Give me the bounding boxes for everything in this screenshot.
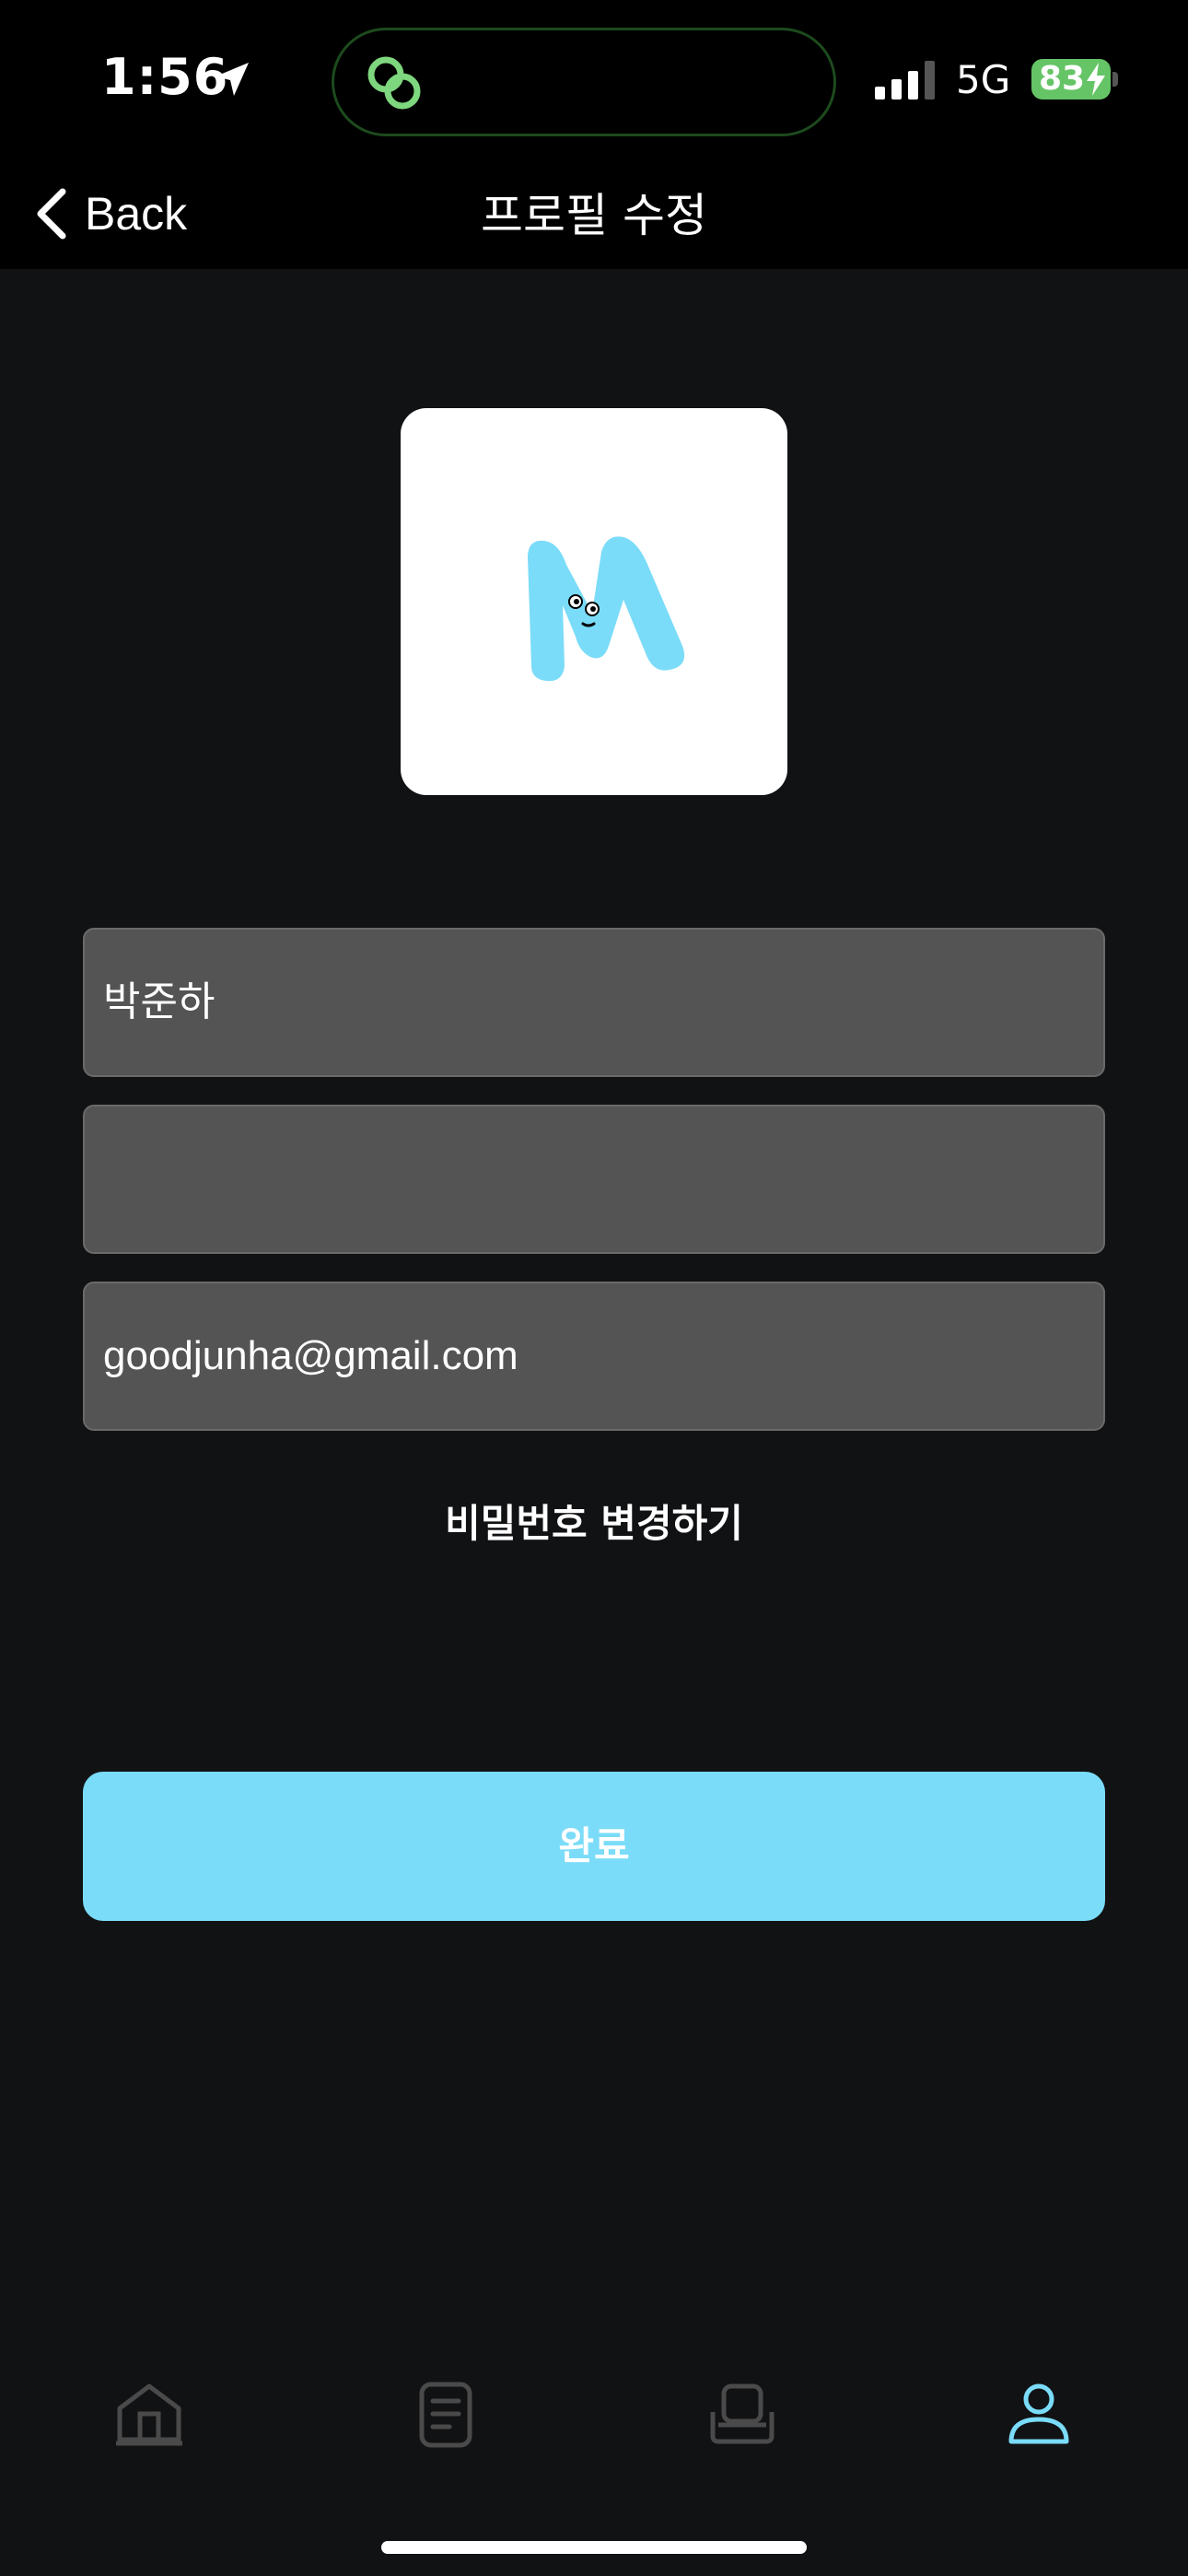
tab-document[interactable] xyxy=(409,2377,483,2451)
done-button[interactable]: 완료 xyxy=(83,1772,1105,1921)
profile-avatar[interactable] xyxy=(401,408,787,795)
cellular-signal-icon xyxy=(875,61,935,100)
document-icon xyxy=(419,2382,472,2448)
home-icon xyxy=(116,2383,182,2446)
name-field[interactable]: 박준하 xyxy=(83,928,1105,1077)
email-field[interactable]: goodjunha@gmail.com xyxy=(83,1282,1105,1431)
battery-tip xyxy=(1112,72,1118,87)
profile-edit-screen: 1:56 5G 83 Back 프로필 수정 박준하 goodjunha@gma… xyxy=(0,0,1188,2576)
page-title: 프로필 수정 xyxy=(481,189,707,242)
dynamic-island xyxy=(332,28,836,136)
navigation-bar: Back 프로필 수정 xyxy=(0,166,1188,269)
network-type: 5G xyxy=(956,57,1011,102)
tab-home[interactable] xyxy=(112,2377,186,2451)
link-icon xyxy=(367,56,421,110)
location-arrow-icon xyxy=(215,63,249,96)
profile-icon xyxy=(1008,2383,1069,2444)
secondary-field[interactable] xyxy=(83,1105,1105,1254)
charging-bolt-icon xyxy=(1087,63,1105,96)
status-bar: 1:56 5G 83 xyxy=(0,0,1188,166)
tab-seat[interactable] xyxy=(705,2377,779,2451)
seat-icon xyxy=(710,2383,775,2444)
home-indicator[interactable] xyxy=(381,2541,807,2554)
m-character-icon xyxy=(528,536,685,682)
change-password-link[interactable]: 비밀번호 변경하기 xyxy=(0,1493,1188,1549)
tab-profile[interactable] xyxy=(1002,2377,1076,2451)
